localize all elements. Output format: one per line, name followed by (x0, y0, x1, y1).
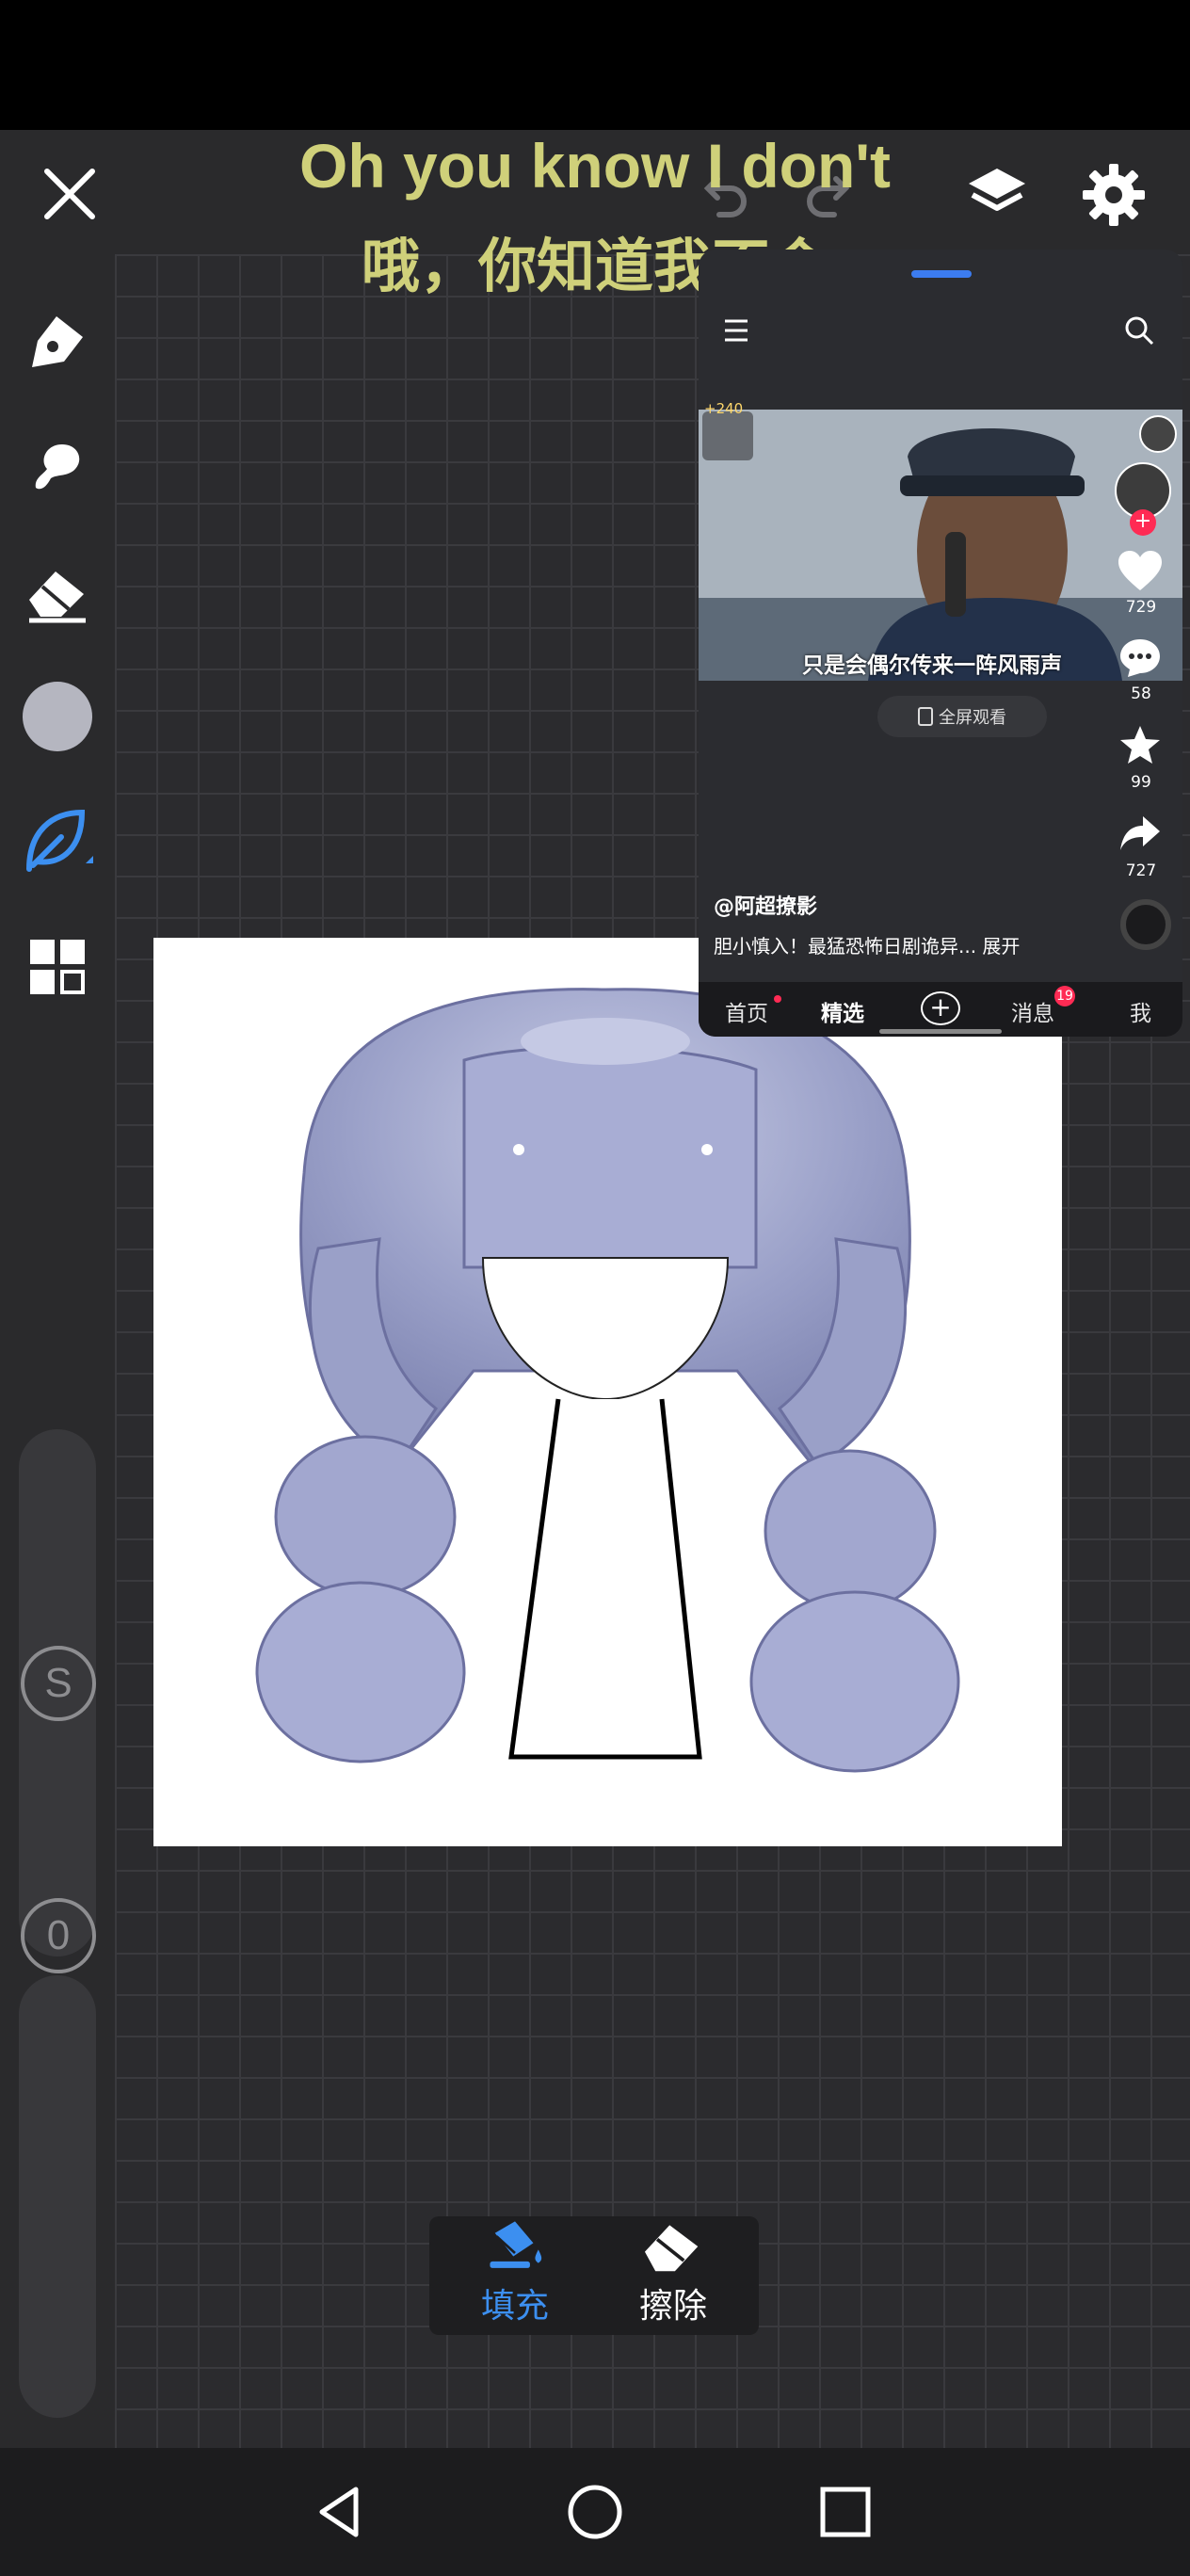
video-player[interactable] (699, 410, 1182, 681)
menu-icon[interactable] (719, 314, 753, 347)
tab-featured[interactable]: 精选 (821, 995, 864, 1027)
fill-tool-panel: 填充 擦除 (429, 2216, 759, 2335)
status-bar (0, 0, 1190, 130)
opacity-slider[interactable] (19, 1975, 96, 2418)
video-author[interactable]: @阿超撩影 (714, 890, 817, 920)
add-button[interactable]: + (921, 991, 960, 1025)
erase-fill-tool[interactable]: 擦除 (603, 2216, 744, 2335)
like-count: 729 (1125, 598, 1157, 617)
message-badge: 19 (1054, 986, 1075, 1006)
follow-button[interactable]: + (1130, 509, 1156, 536)
comment-count: 58 (1131, 684, 1151, 703)
comment-icon[interactable] (1118, 637, 1162, 683)
back-icon[interactable] (303, 2474, 378, 2550)
recents-icon[interactable] (808, 2474, 883, 2550)
grid-apps-icon[interactable] (17, 926, 98, 1007)
like-icon[interactable] (1117, 549, 1164, 596)
home-indicator (879, 1029, 1002, 1034)
drawing-canvas[interactable] (153, 938, 1062, 1846)
fill-tool[interactable]: 填充 (444, 2216, 586, 2335)
eraser-icon (644, 2225, 699, 2272)
favorite-count: 99 (1131, 773, 1151, 792)
color-swatch[interactable] (17, 676, 98, 757)
video-frame (699, 410, 1182, 681)
size-knob[interactable]: S (21, 1646, 96, 1721)
video-tag-badge (702, 411, 753, 460)
paint-bucket-icon (490, 2221, 542, 2268)
floating-video-window[interactable]: +240 只是会偶尔传来一阵风雨声 全屏观看 + 729 58 99 727 @… (699, 250, 1182, 1037)
eraser-icon[interactable] (17, 552, 98, 633)
fullscreen-icon (918, 707, 933, 726)
system-nav-bar (0, 2448, 1190, 2576)
tab-home[interactable]: 首页 (725, 995, 768, 1027)
favorite-icon[interactable] (1118, 724, 1162, 769)
video-caption: 只是会偶尔传来一阵风雨声 (802, 653, 1062, 678)
tab-me[interactable]: 我 (1130, 995, 1151, 1027)
subtitle-english: Oh you know I don't (299, 131, 891, 201)
hair-artwork (255, 988, 960, 1773)
fill-label: 填充 (480, 2287, 549, 2326)
music-disc[interactable] (1120, 899, 1171, 950)
tab-messages[interactable]: 消息 (1011, 995, 1054, 1027)
fullscreen-button[interactable]: 全屏观看 (877, 696, 1047, 737)
erase-label: 擦除 (638, 2287, 707, 2326)
small-badge: +240 (704, 400, 744, 417)
pen-icon[interactable] (17, 301, 98, 382)
fullscreen-label: 全屏观看 (939, 708, 1006, 728)
home-icon[interactable] (557, 2474, 633, 2550)
smudge-brush-icon[interactable] (17, 426, 98, 507)
video-description[interactable]: 胆小慎入！最猛恐怖日剧诡异... 展开 (714, 931, 1020, 958)
opacity-knob[interactable]: 0 (21, 1898, 96, 1973)
home-dot (774, 995, 781, 1003)
window-drag-handle[interactable] (911, 270, 972, 278)
share-icon[interactable] (1118, 814, 1162, 856)
share-count: 727 (1125, 861, 1157, 880)
lasso-leaf-icon[interactable] (17, 800, 98, 881)
search-icon[interactable] (1122, 314, 1156, 347)
author-avatar[interactable] (1139, 415, 1177, 453)
video-tab-bar: 首页 精选 + 消息 19 我 (699, 982, 1182, 1037)
